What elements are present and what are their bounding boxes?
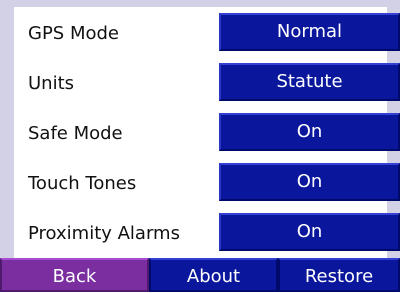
setting-row-units: Units Statute — [14, 57, 400, 107]
setting-row-gps-mode: GPS Mode Normal — [14, 7, 400, 57]
bottom-button-bar: Back About Restore — [0, 258, 400, 292]
proximity-alarms-label: Proximity Alarms — [28, 223, 180, 244]
units-label: Units — [28, 73, 75, 94]
setting-row-proximity-alarms: Proximity Alarms On — [14, 207, 400, 257]
back-button[interactable]: Back — [0, 258, 149, 292]
setting-row-safe-mode: Safe Mode On — [14, 107, 400, 157]
touch-tones-label: Touch Tones — [28, 173, 137, 194]
gps-mode-button[interactable]: Normal — [219, 13, 400, 51]
setting-row-touch-tones: Touch Tones On — [14, 157, 400, 207]
safe-mode-button[interactable]: On — [219, 113, 400, 151]
touch-tones-button[interactable]: On — [219, 163, 400, 201]
safe-mode-label: Safe Mode — [28, 123, 123, 144]
restore-button[interactable]: Restore — [278, 258, 400, 292]
about-button[interactable]: About — [149, 258, 278, 292]
gps-mode-label: GPS Mode — [28, 23, 119, 44]
system-settings-screen: GPS Mode Normal Units Statute Safe Mode … — [0, 0, 400, 292]
units-button[interactable]: Statute — [219, 63, 400, 101]
settings-list: GPS Mode Normal Units Statute Safe Mode … — [14, 7, 400, 259]
proximity-alarms-button[interactable]: On — [219, 213, 400, 251]
